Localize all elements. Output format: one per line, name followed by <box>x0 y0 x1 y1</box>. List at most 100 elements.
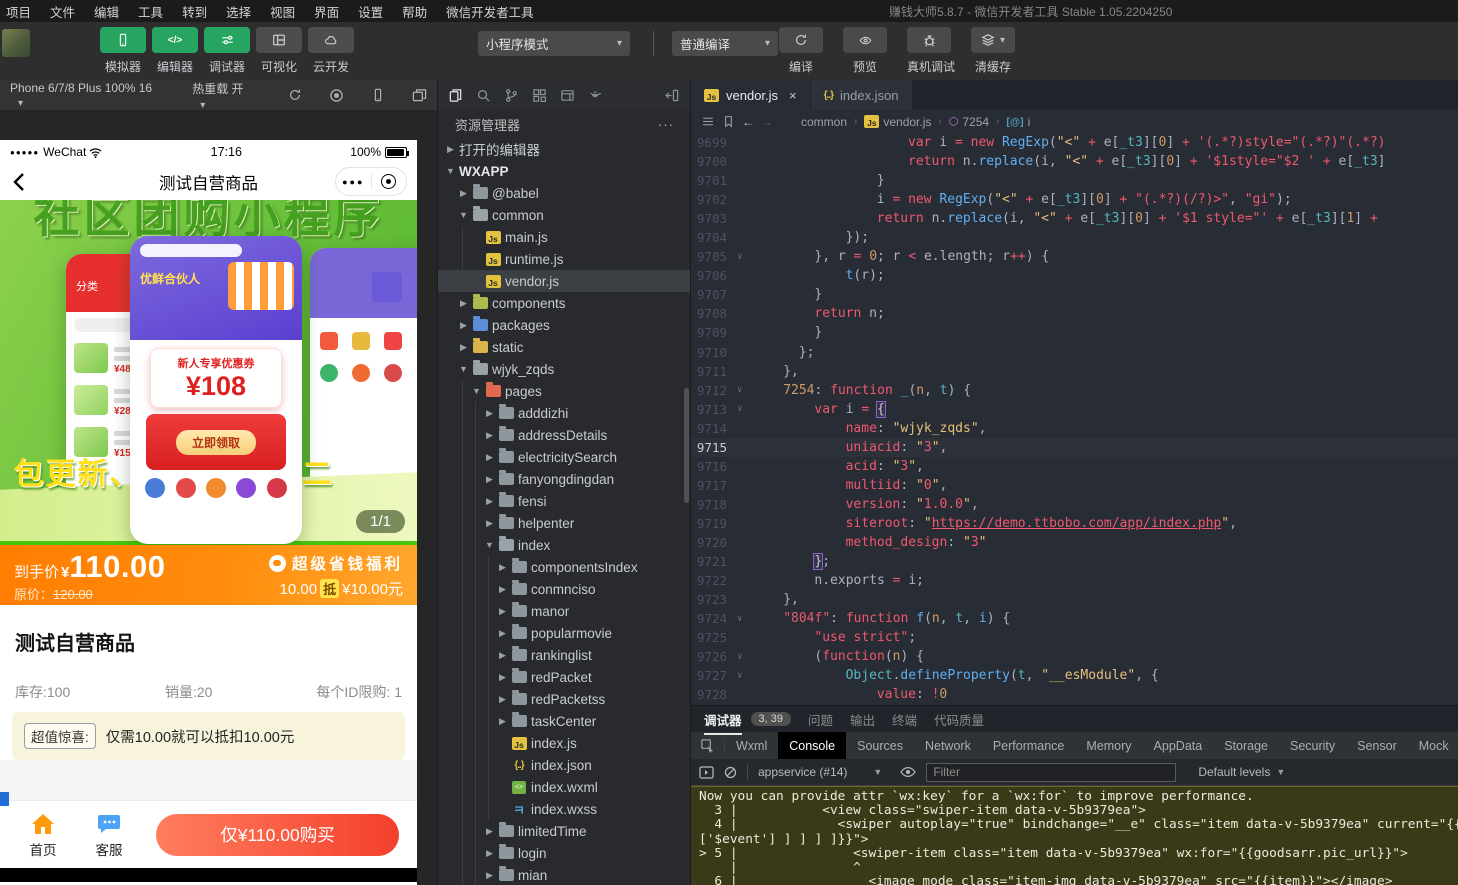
tree-item-addressDetails[interactable]: ▶ addressDetails <box>438 424 690 446</box>
code-line-9707[interactable]: 9707 } <box>691 285 1458 304</box>
collapse-icon[interactable] <box>665 88 680 103</box>
close-icon[interactable]: × <box>789 88 797 103</box>
branch-icon[interactable] <box>504 88 519 103</box>
tree-item-runtime.js[interactable]: Js runtime.js <box>438 248 690 270</box>
window-icon[interactable] <box>560 88 575 103</box>
code-line-9727[interactable]: 9727 ∨ Object.defineProperty(t, "__esMod… <box>691 666 1458 685</box>
bookmark-icon[interactable] <box>722 115 735 128</box>
code-line-9726[interactable]: 9726 ∨ (function(n) { <box>691 647 1458 666</box>
tree-item-打开的编辑器[interactable]: ▶ 打开的编辑器 <box>438 138 690 160</box>
code-line-9700[interactable]: 9700 return n.replace(i, "<" + e[_t3][0]… <box>691 152 1458 171</box>
hot-reload-toggle[interactable]: 热重载 开▾ <box>192 80 253 111</box>
tree-item-login[interactable]: ▶ login <box>438 842 690 864</box>
more-icon[interactable]: ●●● <box>336 177 371 187</box>
panel-tab-终端[interactable]: 终端 <box>892 710 917 729</box>
code-line-9701[interactable]: 9701 } <box>691 171 1458 190</box>
code-line-9717[interactable]: 9717 multiid: "0", <box>691 476 1458 495</box>
console-filter-input[interactable] <box>926 763 1176 782</box>
exit-icon[interactable] <box>372 174 407 189</box>
breadcrumb-7254[interactable]: ⬡7254 <box>949 115 989 129</box>
panel-tab-调试器[interactable]: 调试器 <box>704 710 742 729</box>
home-tab[interactable]: 首页 <box>10 811 76 859</box>
buy-button[interactable]: 仅¥110.00购买 <box>156 814 399 856</box>
teapot-icon[interactable] <box>588 88 603 102</box>
tree-item-WXAPP[interactable]: ▼ WXAPP <box>438 160 690 182</box>
fold-caret-icon[interactable]: ∨ <box>737 652 752 662</box>
code-line-9708[interactable]: 9708 return n; <box>691 304 1458 323</box>
tree-item-components[interactable]: ▶ components <box>438 292 690 314</box>
tree-item-main.js[interactable]: Js main.js <box>438 226 690 248</box>
files-icon[interactable] <box>448 88 463 103</box>
menu-7[interactable]: 界面 <box>314 2 339 21</box>
phone-icon[interactable] <box>371 88 385 103</box>
menu-8[interactable]: 设置 <box>358 2 383 21</box>
devtools-tab-Security[interactable]: Security <box>1279 732 1346 759</box>
mode-select[interactable]: 小程序模式 ▾ <box>478 31 630 56</box>
outline-icon[interactable] <box>701 115 715 128</box>
tree-item-mian[interactable]: ▶ mian <box>438 864 690 885</box>
devtools-tab-AppData[interactable]: AppData <box>1143 732 1214 759</box>
tree-item-pages[interactable]: ▼ pages <box>438 380 690 402</box>
tree-item-rankinglist[interactable]: ▶ rankinglist <box>438 644 690 666</box>
tree-item-componentsIndex[interactable]: ▶ componentsIndex <box>438 556 690 578</box>
promo-banner[interactable]: 超值惊喜: 仅需10.00就可以抵扣10.00元 <box>12 712 405 760</box>
tree-item-static[interactable]: ▶ static <box>438 336 690 358</box>
menu-9[interactable]: 帮助 <box>402 2 427 21</box>
tree-item-index.wxss[interactable]: ㅋ index.wxss <box>438 798 690 820</box>
tree-item-fensi[interactable]: ▶ fensi <box>438 490 690 512</box>
编辑器-button[interactable]: </> 编辑器 <box>152 27 198 75</box>
tree-item-taskCenter[interactable]: ▶ taskCenter <box>438 710 690 732</box>
真机调试-button[interactable]: 真机调试 <box>907 27 951 75</box>
back-chevron-icon[interactable] <box>12 172 25 192</box>
panel-tab-输出[interactable]: 输出 <box>850 710 875 729</box>
refresh-icon[interactable] <box>288 88 302 103</box>
tree-item-vendor.js[interactable]: Js vendor.js <box>438 270 690 292</box>
清缓存-button[interactable]: ▾ 清缓存 <box>971 27 1015 75</box>
code-line-9706[interactable]: 9706 t(r); <box>691 266 1458 285</box>
调试器-button[interactable]: 调试器 <box>204 27 250 75</box>
scroll-indicator[interactable] <box>0 792 9 806</box>
fold-caret-icon[interactable]: ∨ <box>737 614 752 624</box>
user-avatar[interactable] <box>2 29 30 57</box>
product-image[interactable]: 社区团购小程序 分类 ¥48.00 ¥28.90 ¥15.80 <box>0 200 417 545</box>
editor-tab-index.json[interactable]: {..}index.json <box>811 80 913 110</box>
inspect-element-icon[interactable] <box>691 738 725 754</box>
code-line-9715[interactable]: 9715 uniacid: "3", <box>691 438 1458 457</box>
devtools-tab-Wxml[interactable]: Wxml <box>725 732 778 759</box>
panel-tab-代码质量[interactable]: 代码质量 <box>934 710 984 729</box>
dock-side-icon[interactable] <box>699 766 714 779</box>
code-line-9709[interactable]: 9709 } <box>691 323 1458 342</box>
fold-caret-icon[interactable]: ∨ <box>737 252 752 262</box>
devtools-tab-Memory[interactable]: Memory <box>1075 732 1142 759</box>
console-output[interactable]: Now you can provide attr `wx:key` for a … <box>691 786 1458 885</box>
fold-caret-icon[interactable]: ∨ <box>737 671 752 681</box>
menu-1[interactable]: 文件 <box>50 2 75 21</box>
tree-item-index.js[interactable]: Js index.js <box>438 732 690 754</box>
devtools-tab-Performance[interactable]: Performance <box>982 732 1076 759</box>
预览-button[interactable]: 预览 <box>843 27 887 75</box>
tree-scrollbar[interactable] <box>684 388 689 503</box>
menu-10[interactable]: 微信开发者工具 <box>446 2 534 21</box>
tree-item-adddizhi[interactable]: ▶ adddizhi <box>438 402 690 424</box>
code-editor[interactable]: 9699 var i = new RegExp("<" + e[_t3][0] … <box>691 133 1458 705</box>
code-line-9711[interactable]: 9711 }, <box>691 362 1458 381</box>
panel-tab-问题[interactable]: 问题 <box>808 710 833 729</box>
menu-0[interactable]: 项目 <box>6 2 31 21</box>
code-line-9728[interactable]: 9728 value: !0 <box>691 685 1458 704</box>
fold-caret-icon[interactable]: ∨ <box>737 385 752 395</box>
wechat-capsule[interactable]: ●●● <box>335 167 407 196</box>
breadcrumb-vendor.js[interactable]: Jsvendor.js <box>864 115 931 129</box>
fold-caret-icon[interactable]: ∨ <box>737 404 752 414</box>
grid-icon[interactable] <box>532 88 547 103</box>
devtools-tab-Mock[interactable]: Mock <box>1408 732 1458 759</box>
devtools-tab-Sources[interactable]: Sources <box>846 732 914 759</box>
code-line-9724[interactable]: 9724 ∨ "804f": function f(n, t, i) { <box>691 609 1458 628</box>
tree-item-index.json[interactable]: {..} index.json <box>438 754 690 776</box>
devtools-tab-Storage[interactable]: Storage <box>1213 732 1279 759</box>
tree-item-wjyk_zqds[interactable]: ▼ wjyk_zqds <box>438 358 690 380</box>
tree-item-helpenter[interactable]: ▶ helpenter <box>438 512 690 534</box>
nav-back-icon[interactable]: ← <box>742 115 754 129</box>
eye-icon[interactable] <box>900 766 916 778</box>
code-line-9714[interactable]: 9714 name: "wjyk_zqds", <box>691 419 1458 438</box>
tree-item-electricitySearch[interactable]: ▶ electricitySearch <box>438 446 690 468</box>
